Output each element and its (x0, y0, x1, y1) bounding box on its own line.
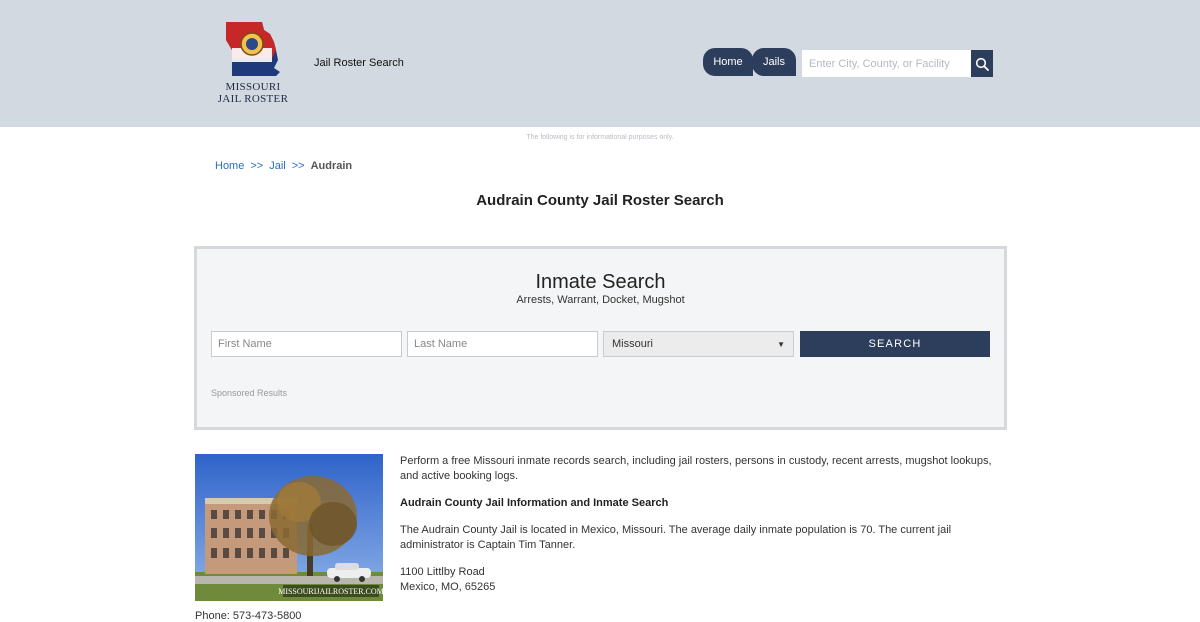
facility-search-input[interactable] (802, 50, 972, 77)
disclaimer-text: The following is for informational purpo… (526, 134, 674, 141)
breadcrumb: Home >> Jail >> Audrain (215, 160, 352, 172)
inmate-search-subtitle: Arrests, Warrant, Docket, Mugshot (516, 294, 685, 306)
page-title: Audrain County Jail Roster Search (476, 192, 724, 209)
state-select[interactable]: Missouri ▼ (603, 331, 794, 357)
breadcrumb-current: Audrain (310, 160, 353, 172)
search-icon (975, 57, 989, 71)
nav-home-tab[interactable]: Home (703, 48, 753, 76)
breadcrumb-separator: >> (291, 160, 305, 172)
breadcrumb-jail[interactable]: Jail (269, 160, 286, 172)
site-header: MISSOURI JAIL ROSTER Jail Roster Search … (0, 0, 1200, 127)
phone-number: Phone: 573-473-5800 (195, 610, 302, 622)
address-line1: 1100 Littlby Road (400, 566, 485, 578)
inmate-search-button[interactable]: SEARCH (800, 331, 990, 357)
logo-text: MISSOURI JAIL ROSTER (206, 81, 300, 105)
jail-building-photo: MISSOURIJAILROSTER.COM (195, 454, 383, 601)
search-button[interactable] (971, 50, 993, 77)
address: 1100 Littlby Road Mexico, MO, 65265 (400, 565, 995, 595)
inmate-search-title: Inmate Search (535, 271, 666, 293)
sponsored-results-label: Sponsored Results (211, 388, 288, 398)
intro-paragraph: Perform a free Missouri inmate records s… (400, 455, 992, 482)
state-select-value: Missouri (612, 338, 653, 350)
info-heading: Audrain County Jail Information and Inma… (400, 497, 669, 509)
logo-text-line2: JAIL ROSTER (217, 93, 289, 105)
breadcrumb-separator: >> (250, 160, 264, 172)
site-title[interactable]: Jail Roster Search (314, 57, 404, 69)
inmate-search-panel: Inmate Search Arrests, Warrant, Docket, … (194, 246, 1007, 430)
photo-watermark: MISSOURIJAILROSTER.COM (278, 587, 383, 596)
last-name-input[interactable] (407, 331, 598, 357)
details-paragraph: The Audrain County Jail is located in Me… (400, 524, 952, 551)
jail-info-content: Perform a free Missouri inmate records s… (400, 454, 995, 607)
address-line2: Mexico, MO, 65265 (400, 581, 496, 593)
nav-jails-tab[interactable]: Jails (752, 48, 796, 76)
first-name-input[interactable] (211, 331, 402, 357)
chevron-down-icon: ▼ (777, 339, 785, 349)
logo-text-line1: MISSOURI (225, 81, 281, 93)
breadcrumb-home[interactable]: Home (215, 160, 244, 172)
